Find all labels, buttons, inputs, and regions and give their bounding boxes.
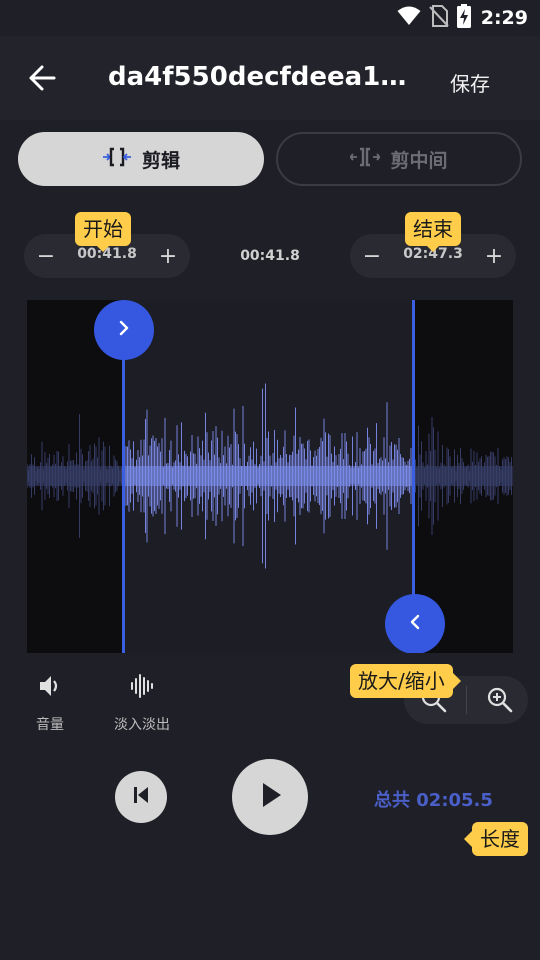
- total-duration: 总共 02:05.5: [374, 790, 493, 811]
- battery-charging-icon: [456, 4, 471, 32]
- skip-previous-icon: [130, 784, 152, 810]
- tab-trim[interactable]: 剪辑: [18, 132, 264, 186]
- volume-label: 音量: [36, 717, 64, 733]
- end-tooltip: 结束: [405, 212, 461, 252]
- end-plus-button[interactable]: +: [474, 234, 514, 278]
- play-button[interactable]: [232, 759, 308, 835]
- start-minus-button[interactable]: −: [26, 234, 66, 278]
- volume-icon: [36, 672, 64, 704]
- app-bar: da4f550decfdeea1a... 保存: [0, 36, 540, 120]
- length-tooltip: 长度: [464, 822, 528, 856]
- tab-trim-label: 剪辑: [141, 149, 180, 172]
- file-title: da4f550decfdeea1a...: [108, 62, 408, 92]
- waveform-editor[interactable]: [27, 300, 513, 653]
- tab-cut-middle-label: 剪中间: [390, 149, 448, 172]
- fade-button[interactable]: 淡入淡出: [114, 672, 170, 734]
- trim-icon: [102, 147, 132, 172]
- wifi-icon: [397, 6, 421, 30]
- status-time: 2:29: [480, 7, 528, 29]
- waveform-icon: [128, 672, 156, 704]
- tab-cut-middle[interactable]: 剪中间: [276, 132, 522, 186]
- start-handle[interactable]: [94, 300, 154, 360]
- status-icons: 2:29: [397, 4, 528, 32]
- zoom-divider: [466, 686, 467, 714]
- fade-label: 淡入淡出: [114, 717, 170, 733]
- volume-button[interactable]: 音量: [36, 672, 64, 734]
- save-button[interactable]: 保存: [450, 68, 490, 97]
- end-minus-button[interactable]: −: [352, 234, 392, 278]
- status-bar: 2:29: [0, 0, 540, 36]
- skip-to-start-button[interactable]: [115, 771, 167, 823]
- cut-middle-icon: [349, 147, 382, 172]
- chevron-right-icon: [115, 319, 133, 341]
- end-handle[interactable]: [385, 594, 445, 653]
- arrow-left-icon: [28, 64, 56, 96]
- start-plus-button[interactable]: +: [148, 234, 188, 278]
- chevron-left-icon: [406, 613, 424, 635]
- play-icon: [254, 779, 286, 815]
- selection-duration: 00:41.8: [240, 248, 300, 264]
- zoom-in-icon[interactable]: [486, 686, 514, 718]
- zoom-tooltip: 放大/缩小: [350, 664, 461, 698]
- start-tooltip: 开始: [75, 212, 131, 252]
- no-sim-icon: [429, 5, 449, 31]
- back-button[interactable]: [20, 58, 64, 102]
